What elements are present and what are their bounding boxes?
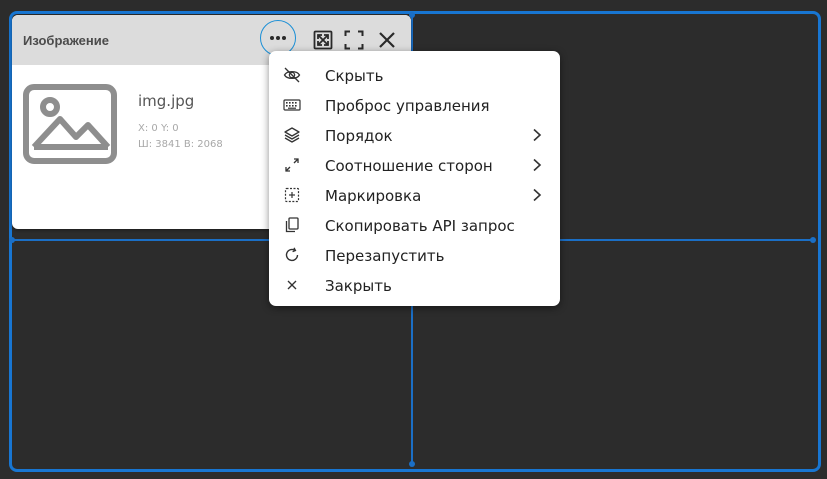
- fullscreen-button[interactable]: [340, 26, 368, 54]
- menu-item-hide[interactable]: Скрыть: [269, 60, 560, 90]
- expand-button[interactable]: [309, 26, 337, 54]
- menu-item-label: Перезапустить: [325, 247, 445, 265]
- more-horizontal-icon: [270, 36, 286, 40]
- file-name: img.jpg: [138, 92, 195, 110]
- menu-item-label: Порядок: [325, 127, 393, 145]
- menu-item-marking[interactable]: Маркировка: [269, 180, 560, 210]
- layers-icon: [284, 127, 300, 143]
- image-placeholder-icon: [23, 84, 117, 164]
- restart-icon: [285, 247, 299, 262]
- menu-item-label: Скрыть: [325, 67, 384, 85]
- chevron-right-icon: [533, 128, 542, 142]
- close-widget-button[interactable]: [373, 26, 401, 54]
- menu-item-copy-api-request[interactable]: Скопировать API запрос: [269, 210, 560, 240]
- menu-item-label: Закрыть: [325, 277, 392, 295]
- expand-arrows-icon: [313, 30, 333, 50]
- size-readout: Ш: 3841 В: 2068: [138, 139, 223, 150]
- context-menu: Скрыть Проброс управления Порядок Соотно…: [269, 51, 560, 306]
- keyboard-icon: [283, 99, 301, 111]
- close-icon: [379, 32, 395, 48]
- grid-node-right: [810, 237, 816, 243]
- grid-node-left: [9, 237, 15, 243]
- position-readout: X: 0 Y: 0: [138, 123, 179, 134]
- menu-item-restart[interactable]: Перезапустить: [269, 240, 560, 270]
- widget-title: Изображение: [23, 33, 109, 48]
- menu-item-label: Проброс управления: [325, 97, 490, 115]
- crosshair-box-icon: [284, 187, 300, 203]
- workspace-canvas: Изображение img.jpg X: 0 Y: 0 Ш: 3841 В:…: [0, 0, 827, 479]
- copy-icon: [285, 217, 299, 233]
- menu-item-label: Маркировка: [325, 187, 422, 205]
- chevron-right-icon: [533, 158, 542, 172]
- menu-item-label: Соотношение сторон: [325, 157, 493, 175]
- fullscreen-corners-icon: [344, 30, 364, 50]
- chevron-right-icon: [533, 188, 542, 202]
- menu-item-close[interactable]: Закрыть: [269, 270, 560, 300]
- menu-item-label: Скопировать API запрос: [325, 217, 515, 235]
- menu-item-control-forwarding[interactable]: Проброс управления: [269, 90, 560, 120]
- menu-item-aspect-ratio[interactable]: Соотношение сторон: [269, 150, 560, 180]
- resize-diagonal-icon: [285, 158, 299, 172]
- menu-item-order[interactable]: Порядок: [269, 120, 560, 150]
- grid-node-bottom: [409, 461, 415, 467]
- close-icon: [287, 280, 297, 290]
- eye-off-icon: [283, 67, 301, 83]
